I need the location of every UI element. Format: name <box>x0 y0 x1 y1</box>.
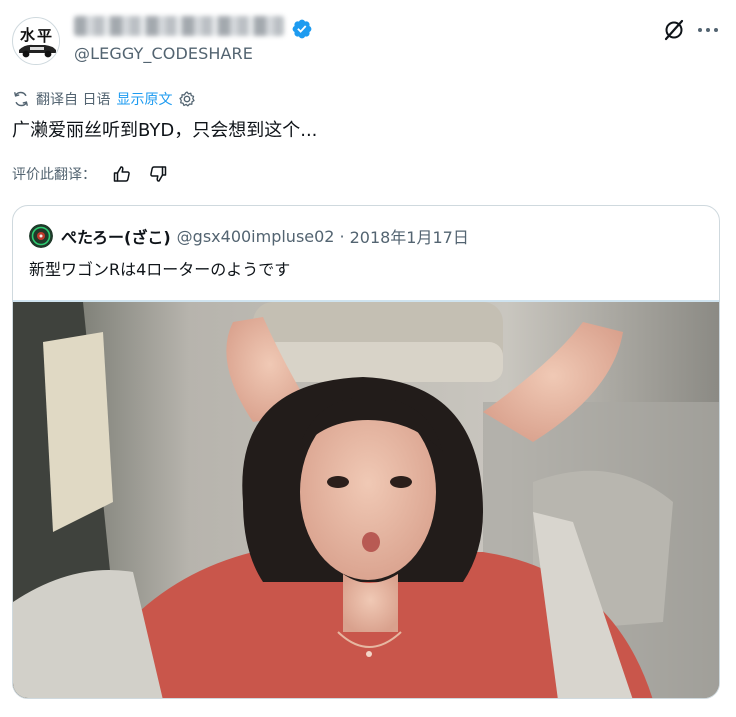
rate-translation-label: 评价此翻译： <box>12 167 96 183</box>
gear-icon[interactable] <box>178 90 196 108</box>
more-icon[interactable] <box>695 18 721 42</box>
quoted-author-handle: @gsx400impluse02 <box>176 226 335 246</box>
thumbs-down-icon[interactable] <box>148 164 168 184</box>
show-original-link[interactable]: 显示原文 <box>116 89 172 109</box>
quoted-tweet[interactable]: ぺたろー(ざこ) @gsx400impluse02 · 2018年1月17日 新… <box>12 205 720 699</box>
verified-icon <box>292 19 312 39</box>
video-thumbnail-image <box>13 302 719 698</box>
translation-info: 翻译自 日语 显示原文 <box>12 88 196 110</box>
translation-label: 翻译自 日语 <box>36 92 111 108</box>
svg-text:平: 平 <box>37 27 52 45</box>
author-name-redacted <box>74 16 284 36</box>
quoted-tweet-media[interactable] <box>13 300 719 698</box>
quoted-tweet-header: ぺたろー(ざこ) @gsx400impluse02 · 2018年1月17日 <box>29 224 469 248</box>
quoted-tweet-text: 新型ワゴンRは4ローターのようです <box>29 260 291 279</box>
svg-text:水: 水 <box>20 26 36 44</box>
author-handle[interactable]: @LEGGY_CODESHARE <box>74 44 253 63</box>
grok-icon[interactable] <box>662 18 686 42</box>
tweet-text: 广濑爱丽丝听到BYD，只会想到这个... <box>12 120 318 141</box>
separator-dot: · <box>339 226 345 246</box>
thumbs-up-icon[interactable] <box>112 164 132 184</box>
author-avatar[interactable]: 水 平 <box>12 17 60 65</box>
rate-translation: 评价此翻译： <box>12 162 168 186</box>
quoted-tweet-date: 2018年1月17日 <box>349 228 469 247</box>
quoted-author-name: ぺたろー(ざこ) <box>61 228 171 247</box>
translate-icon <box>14 91 28 107</box>
quoted-author-avatar <box>29 224 53 248</box>
